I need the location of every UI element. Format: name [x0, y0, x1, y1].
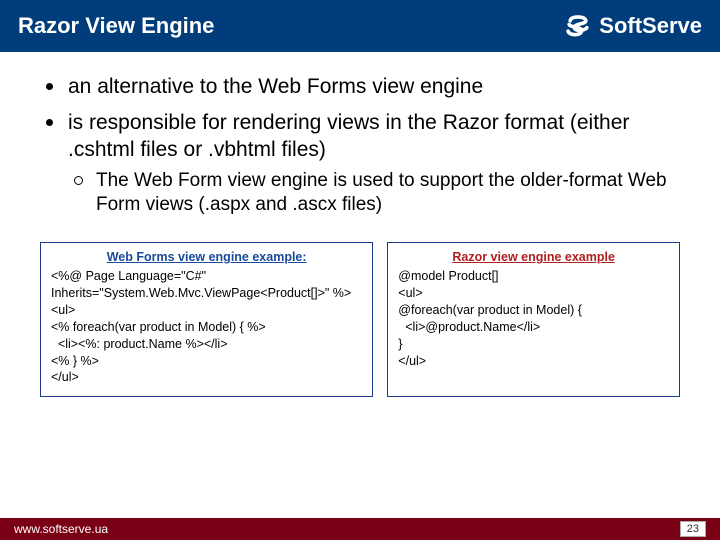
bullet-text: is responsible for rendering views in th… [68, 111, 629, 160]
bullet-text: an alternative to the Web Forms view eng… [68, 75, 483, 98]
footer-url: www.softserve.ua [14, 522, 108, 536]
slide-header: Razor View Engine SoftServe [0, 0, 720, 52]
slide-footer: www.softserve.ua 23 [0, 518, 720, 540]
webforms-example-box: Web Forms view engine example: <%@ Page … [40, 242, 373, 397]
bullet-list: an alternative to the Web Forms view eng… [40, 74, 680, 216]
softserve-icon [565, 13, 591, 39]
razor-example-box: Razor view engine example @model Product… [387, 242, 680, 397]
razor-example-code: @model Product[] <ul> @foreach(var produ… [398, 268, 669, 369]
sub-list: The Web Form view engine is used to supp… [68, 169, 680, 217]
razor-example-title: Razor view engine example [398, 249, 669, 266]
code-examples-row: Web Forms view engine example: <%@ Page … [40, 242, 680, 397]
brand-logo: SoftServe [565, 13, 702, 39]
list-item: an alternative to the Web Forms view eng… [40, 74, 680, 100]
slide-content: an alternative to the Web Forms view eng… [0, 52, 720, 397]
sub-bullet-text: The Web Form view engine is used to supp… [96, 170, 667, 215]
slide-title: Razor View Engine [18, 13, 214, 39]
webforms-example-code: <%@ Page Language="C#" Inherits="System.… [51, 268, 362, 386]
list-item: The Web Form view engine is used to supp… [68, 169, 680, 217]
page-number: 23 [680, 521, 706, 537]
webforms-example-title: Web Forms view engine example: [51, 249, 362, 266]
list-item: is responsible for rendering views in th… [40, 110, 680, 216]
brand-name: SoftServe [599, 13, 702, 39]
